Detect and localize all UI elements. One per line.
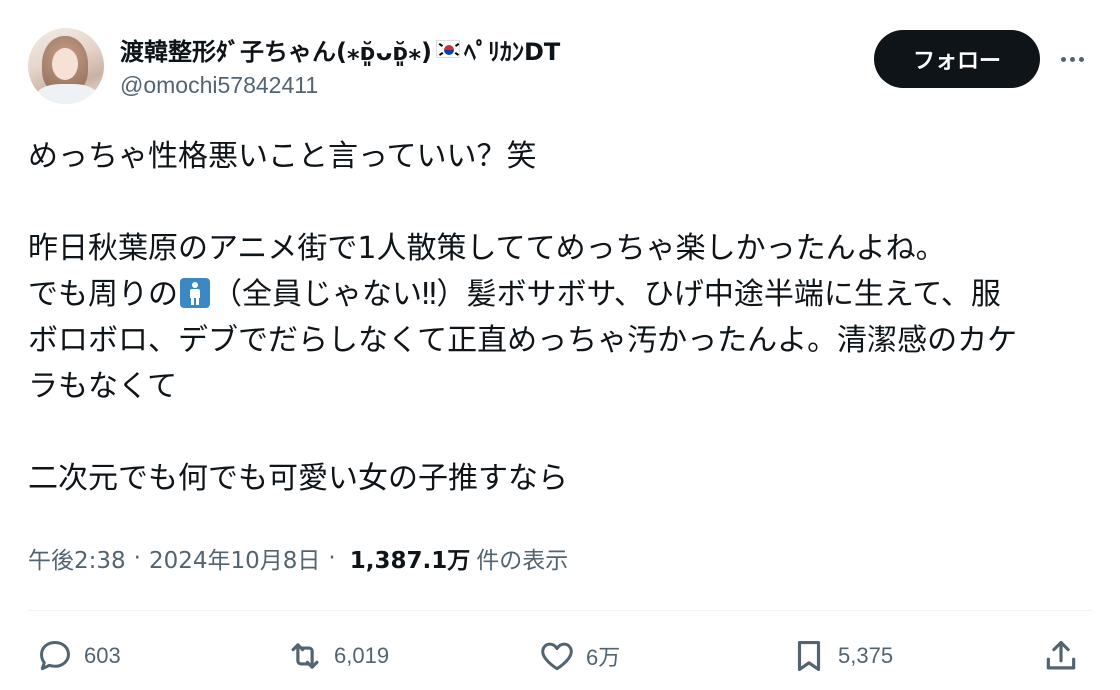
avatar-body [36,84,98,104]
more-icon[interactable] [1054,42,1090,76]
display-name-suffix[interactable]: ﾍﾟﾘｶﾝDT [464,32,560,67]
bookmark-count: 5,375 [838,643,894,668]
retweet-count: 6,019 [334,643,390,668]
tweet-line-part: でも周りの [28,277,178,312]
share-icon [1046,640,1076,670]
bookmark-button[interactable]: 5,375 [790,630,893,682]
tweet-meta: 午後2:38 · 2024年10月8日 · 1,387.1万 件の表示 [28,538,568,578]
display-name-row[interactable]: 渡韓整形ﾀﾞ子ちゃん(⁎ᴅ͈̆ᴗᴅ͈̆⁎) ﾍﾟﾘｶﾝDT [120,32,560,66]
user-handle[interactable]: @omochi57842411 [120,72,318,99]
tweet-text: めっちゃ性格悪いこと言っていい？笑 昨日秋葉原のアニメ街で1人散策しててめっちゃ… [28,134,1092,502]
view-count: 1,387.1万 [349,548,471,574]
view-count-label: 件の表示 [476,548,569,574]
tweet-line: めっちゃ性格悪いこと言っていい？笑 [28,139,537,174]
like-button[interactable]: 6万 [538,630,620,682]
tweet-line: 二次元でも何でも可愛い女の子推すなら [28,461,568,496]
like-icon [541,642,573,671]
retweet-button[interactable]: 6,019 [286,630,389,682]
share-button[interactable] [1042,630,1080,682]
like-count: 6万 [586,645,621,670]
tweet-line: ボロボロ、デブでだらしなくて正直めっちゃ汚かったんよ。清潔感のカケ [28,323,1018,358]
tweet-line: 昨日秋葉原のアニメ街で1人散策しててめっちゃ楽しかったんよね。 [28,231,946,266]
tweet-line: ラもなくて [28,369,178,404]
avatar-face [52,48,78,80]
meta-separator: · [133,545,141,571]
tweet-line: でも周りの （全員じゃない‼︎）髪ボサボサ、ひげ中途半端に生えて、服 [28,272,1092,318]
korea-flag-icon [436,40,460,58]
follow-button[interactable]: フォロー [874,30,1040,88]
reply-count: 603 [84,643,121,668]
tweet-time[interactable]: 午後2:38 [28,541,126,575]
reply-button[interactable]: 603 [36,630,121,682]
avatar[interactable] [28,28,104,104]
retweet-icon [291,643,319,669]
tweet-header: 渡韓整形ﾀﾞ子ちゃん(⁎ᴅ͈̆ᴗᴅ͈̆⁎) ﾍﾟﾘｶﾝDT @omochi578… [28,28,1092,108]
reply-icon [40,641,70,671]
bookmark-icon [797,640,821,672]
tweet-date[interactable]: 2024年10月8日 [149,541,320,575]
meta-separator: · [328,545,336,571]
divider [28,610,1092,611]
man-emoji-icon [180,278,210,308]
tweet-line-part: （全員じゃない‼︎）髪ボサボサ、ひげ中途半端に生えて、服 [212,277,1001,312]
display-name[interactable]: 渡韓整形ﾀﾞ子ちゃん(⁎ᴅ͈̆ᴗᴅ͈̆⁎) [120,32,432,67]
action-bar: 603 6,019 6万 5,375 [28,630,1092,682]
